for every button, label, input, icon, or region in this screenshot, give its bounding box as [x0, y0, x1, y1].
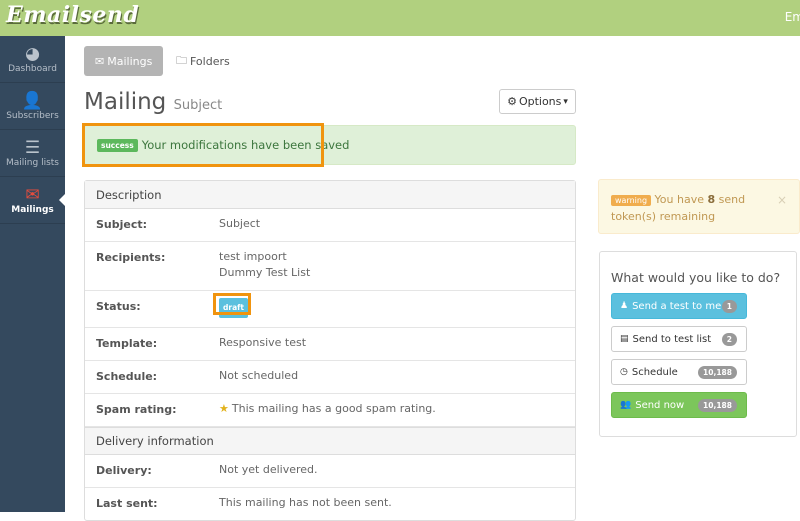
page-subtitle: Subject	[173, 98, 223, 113]
count-badge: 1	[721, 300, 737, 313]
detail-row-delivery: Delivery: Not yet delivered.	[85, 455, 575, 488]
options-label: Options	[518, 95, 562, 108]
detail-row-subject: Subject: Subject	[85, 209, 575, 242]
folder-icon: 🗀	[176, 53, 187, 67]
sidebar-item-mailing-lists[interactable]: ☰ Mailing lists	[0, 130, 65, 177]
warning-text: You have	[654, 193, 704, 206]
status-badge: draft	[213, 293, 251, 318]
user-icon: 👤	[21, 91, 44, 111]
users-icon: 👥	[620, 400, 632, 410]
row-label: Subject:	[96, 218, 148, 231]
row-value: Subject	[219, 217, 261, 230]
mailing-details-panel: Description Subject: Subject Recipients:…	[84, 180, 576, 521]
tab-mailings[interactable]: ✉ Mailings	[84, 46, 163, 76]
detail-row-recipients: Recipients: test impoort Dummy Test List	[85, 242, 575, 291]
highlight-outline	[82, 123, 324, 167]
tab-label: Folders	[190, 54, 230, 68]
detail-row-template: Template: Responsive test	[85, 328, 575, 361]
button-label: Send to test list	[632, 333, 712, 345]
row-value: Not yet delivered.	[219, 463, 318, 476]
button-label: Send now	[635, 399, 685, 411]
options-button[interactable]: ⚙ Options ▾	[499, 89, 576, 114]
dashboard-icon: ◕	[25, 44, 40, 64]
actions-panel: What would you like to do? ♟ Send a test…	[599, 251, 797, 437]
award-icon: ★	[219, 402, 229, 415]
sidebar-item-mailings[interactable]: ✉ Mailings	[0, 177, 65, 224]
user-icon: ♟	[620, 301, 629, 311]
main-content: ✉ Mailings 🗀 Folders Mailing Subject ⚙ O…	[82, 46, 576, 521]
button-label: Schedule	[631, 366, 678, 378]
envelope-icon: ✉	[95, 54, 105, 68]
row-label: Spam rating:	[96, 403, 177, 416]
row-value: This mailing has a good spam rating.	[231, 402, 436, 415]
list-icon: ☰	[24, 138, 41, 158]
row-label: Delivery:	[96, 464, 152, 477]
app-logo[interactable]: Emailsend	[6, 2, 139, 28]
row-value: Responsive test	[219, 336, 307, 349]
send-now-button[interactable]: 👥 Send now 10,188	[611, 392, 747, 418]
row-value: This mailing has not been sent.	[219, 496, 392, 509]
sidebar-item-subscribers[interactable]: 👤 Subscribers	[0, 83, 65, 130]
caret-down-icon: ▾	[563, 96, 568, 107]
top-bar: Emailsend Em	[0, 0, 800, 36]
send-test-to-me-button[interactable]: ♟ Send a test to me 1	[611, 293, 747, 319]
delivery-heading: Delivery information	[85, 427, 575, 455]
warning-badge: warning	[611, 195, 652, 206]
button-label: Send a test to me	[632, 300, 722, 312]
clock-icon: ◷	[620, 367, 628, 377]
gear-icon: ⚙	[507, 95, 517, 108]
sidebar: ◕ Dashboard 👤 Subscribers ☰ Mailing list…	[0, 36, 65, 512]
tabs: ✉ Mailings 🗀 Folders	[84, 46, 576, 76]
detail-row-spam-rating: Spam rating: ★ This mailing has a good sp…	[85, 394, 575, 427]
success-alert: success Your modifications have been sav…	[82, 123, 576, 167]
recipient-list[interactable]: Dummy Test List	[219, 265, 310, 281]
count-badge: 2	[721, 333, 737, 346]
detail-row-last-sent: Last sent: This mailing has not been sen…	[85, 488, 575, 520]
recipient-list[interactable]: test impoort	[219, 249, 310, 265]
user-menu[interactable]: Em	[785, 10, 800, 24]
tab-label: Mailings	[107, 54, 153, 68]
sidebar-item-label: Mailings	[11, 205, 54, 215]
close-icon[interactable]: ×	[777, 192, 787, 208]
tab-folders[interactable]: 🗀 Folders	[165, 46, 241, 76]
sidebar-item-label: Mailing lists	[6, 158, 59, 168]
row-label: Recipients:	[96, 251, 166, 264]
description-heading: Description	[85, 181, 575, 209]
row-label: Status:	[96, 300, 141, 313]
token-count: 8	[707, 193, 716, 206]
schedule-button[interactable]: ◷ Schedule 10,188	[611, 359, 747, 385]
sidebar-item-label: Dashboard	[8, 64, 57, 74]
envelope-icon: ✉	[25, 185, 40, 205]
title-row: Mailing Subject ⚙ Options ▾	[84, 89, 576, 123]
detail-row-schedule: Schedule: Not scheduled	[85, 361, 575, 394]
detail-row-status: Status: draft	[85, 291, 575, 328]
warning-alert: warning You have 8 send token(s) remaini…	[598, 179, 800, 234]
copy-icon: ▤	[620, 334, 629, 344]
row-label: Template:	[96, 337, 158, 350]
actions-heading: What would you like to do?	[611, 270, 781, 285]
highlight-outline	[213, 293, 251, 315]
count-badge: 10,188	[698, 366, 737, 379]
count-badge: 10,188	[698, 399, 737, 412]
row-label: Schedule:	[96, 370, 158, 383]
sidebar-item-dashboard[interactable]: ◕ Dashboard	[0, 36, 65, 83]
row-label: Last sent:	[96, 497, 158, 510]
page-title-text: Mailing	[84, 89, 167, 115]
send-to-test-list-button[interactable]: ▤ Send to test list 2	[611, 326, 747, 352]
row-value: Not scheduled	[219, 369, 299, 382]
sidebar-item-label: Subscribers	[6, 111, 59, 121]
